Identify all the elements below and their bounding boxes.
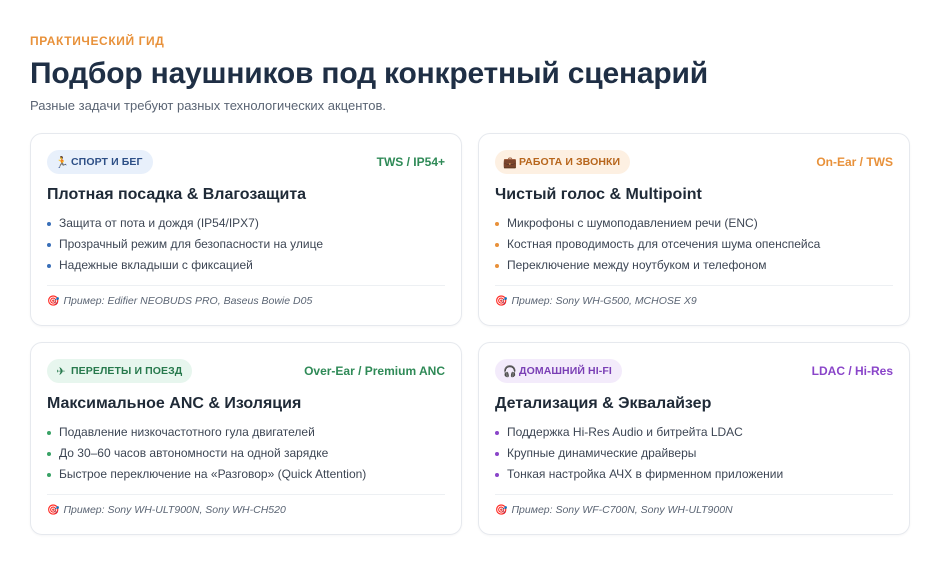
form-factor-label: TWS / IP54+: [376, 155, 445, 169]
feature-text: Поддержка Hi-Res Audio и битрейта LDAC: [507, 425, 743, 439]
page-title: Подбор наушников под конкретный сценарий: [30, 57, 708, 90]
feature-item: Надежные вкладыши с фиксацией: [47, 255, 445, 276]
scenario-card-travel: ✈ ПЕРЕЛЕТЫ И ПОЕЗД Over-Ear / Premium AN…: [30, 342, 462, 535]
feature-text: Подавление низкочастотного гула двигател…: [59, 425, 315, 439]
card-header: 🎧 ДОМАШНИЙ HI-FI LDAC / Hi-Res: [495, 359, 893, 383]
feature-text: Тонкая настройка АЧХ в фирменном приложе…: [507, 467, 784, 481]
bullet-dot: [495, 472, 499, 477]
scenario-tag-label: РАБОТА И ЗВОНКИ: [519, 156, 621, 168]
feature-text: Костная проводимость для отсечения шума …: [507, 237, 821, 251]
target-icon: 🎯: [495, 295, 508, 307]
feature-item: Защита от пота и дождя (IP54/IPX7): [47, 213, 445, 234]
target-icon: 🎯: [47, 504, 60, 516]
bullet-dot: [47, 430, 51, 435]
target-icon: 🎯: [495, 504, 508, 516]
example-models: 🎯 Пример: Sony WH-G500, MCHOSE X9: [495, 295, 697, 307]
feature-item: Тонкая настройка АЧХ в фирменном приложе…: [495, 464, 893, 485]
card-divider: [495, 285, 893, 286]
feature-item: Переключение между ноутбуком и телефоном: [495, 255, 893, 276]
feature-item: Подавление низкочастотного гула двигател…: [47, 422, 445, 443]
form-factor-label: LDAC / Hi-Res: [811, 364, 893, 378]
scenario-card-work: 💼 РАБОТА И ЗВОНКИ On-Ear / TWS Чистый го…: [478, 133, 910, 326]
feature-item: Поддержка Hi-Res Audio и битрейта LDAC: [495, 422, 893, 443]
example-models: 🎯 Пример: Sony WF-C700N, Sony WH-ULT900N: [495, 504, 733, 516]
feature-item: Микрофоны с шумоподавлением речи (ENC): [495, 213, 893, 234]
bullet-dot: [47, 221, 51, 226]
target-icon: 🎯: [47, 295, 60, 307]
feature-item: Крупные динамические драйверы: [495, 443, 893, 464]
example-text: Пример: Edifier NEOBUDS PRO, Baseus Bowi…: [63, 295, 313, 307]
feature-item: Костная проводимость для отсечения шума …: [495, 234, 893, 255]
feature-text: Микрофоны с шумоподавлением речи (ENC): [507, 216, 758, 230]
feature-list: Поддержка Hi-Res Audio и битрейта LDAC К…: [495, 422, 893, 485]
card-title: Максимальное ANC & Изоляция: [47, 395, 302, 412]
scenario-tag: 🎧 ДОМАШНИЙ HI-FI: [495, 359, 622, 383]
bullet-dot: [47, 472, 51, 477]
feature-text: Прозрачный режим для безопасности на ули…: [59, 237, 324, 251]
card-header: 💼 РАБОТА И ЗВОНКИ On-Ear / TWS: [495, 150, 893, 174]
runner-icon: 🏃: [55, 156, 69, 169]
feature-text: Переключение между ноутбуком и телефоном: [507, 258, 767, 272]
form-factor-label: On-Ear / TWS: [816, 155, 893, 169]
bullet-dot: [495, 242, 499, 247]
example-text: Пример: Sony WF-C700N, Sony WH-ULT900N: [511, 504, 733, 516]
feature-list: Защита от пота и дождя (IP54/IPX7) Прозр…: [47, 213, 445, 276]
card-title: Плотная посадка & Влагозащита: [47, 186, 307, 203]
eyebrow-label: ПРАКТИЧЕСКИЙ ГИД: [30, 34, 165, 48]
feature-list: Микрофоны с шумоподавлением речи (ENC) К…: [495, 213, 893, 276]
scenario-tag-label: ПЕРЕЛЕТЫ И ПОЕЗД: [71, 365, 183, 377]
card-divider: [47, 494, 445, 495]
scenario-card-sport: 🏃 СПОРТ И БЕГ TWS / IP54+ Плотная посадк…: [30, 133, 462, 326]
page: ПРАКТИЧЕСКИЙ ГИД Подбор наушников под ко…: [0, 0, 940, 563]
feature-text: Надежные вкладыши с фиксацией: [59, 258, 253, 272]
card-header: 🏃 СПОРТ И БЕГ TWS / IP54+: [47, 150, 445, 174]
scenario-tag-label: СПОРТ И БЕГ: [71, 156, 143, 168]
scenario-tag: 🏃 СПОРТ И БЕГ: [47, 150, 153, 174]
example-text: Пример: Sony WH-ULT900N, Sony WH-CH520: [63, 504, 286, 516]
bullet-dot: [47, 451, 51, 456]
feature-text: Быстрое переключение на «Разговор» (Quic…: [59, 467, 367, 481]
bullet-dot: [495, 430, 499, 435]
page-subtitle: Разные задачи требуют разных технологиче…: [30, 98, 386, 113]
bullet-dot: [47, 242, 51, 247]
example-models: 🎯 Пример: Edifier NEOBUDS PRO, Baseus Bo…: [47, 295, 312, 307]
headphones-icon: 🎧: [503, 365, 517, 378]
feature-item: До 30–60 часов автономности на одной зар…: [47, 443, 445, 464]
scenario-tag: 💼 РАБОТА И ЗВОНКИ: [495, 150, 631, 174]
bullet-dot: [495, 263, 499, 268]
airplane-icon: ✈: [56, 365, 66, 378]
card-divider: [47, 285, 445, 286]
bullet-dot: [495, 221, 499, 226]
example-text: Пример: Sony WH-G500, MCHOSE X9: [511, 295, 697, 307]
card-header: ✈ ПЕРЕЛЕТЫ И ПОЕЗД Over-Ear / Premium AN…: [47, 359, 445, 383]
feature-item: Быстрое переключение на «Разговор» (Quic…: [47, 464, 445, 485]
card-divider: [495, 494, 893, 495]
scenario-grid: 🏃 СПОРТ И БЕГ TWS / IP54+ Плотная посадк…: [30, 133, 910, 535]
feature-text: До 30–60 часов автономности на одной зар…: [59, 446, 329, 460]
form-factor-label: Over-Ear / Premium ANC: [304, 364, 445, 378]
scenario-card-hifi: 🎧 ДОМАШНИЙ HI-FI LDAC / Hi-Res Детализац…: [478, 342, 910, 535]
bullet-dot: [495, 451, 499, 456]
feature-text: Защита от пота и дождя (IP54/IPX7): [59, 216, 259, 230]
scenario-tag-label: ДОМАШНИЙ HI-FI: [519, 365, 612, 377]
bullet-dot: [47, 263, 51, 268]
feature-list: Подавление низкочастотного гула двигател…: [47, 422, 445, 485]
card-title: Детализация & Эквалайзер: [495, 395, 712, 412]
feature-item: Прозрачный режим для безопасности на ули…: [47, 234, 445, 255]
feature-text: Крупные динамические драйверы: [507, 446, 697, 460]
example-models: 🎯 Пример: Sony WH-ULT900N, Sony WH-CH520: [47, 504, 286, 516]
card-title: Чистый голос & Multipoint: [495, 186, 702, 203]
briefcase-icon: 💼: [503, 156, 517, 169]
scenario-tag: ✈ ПЕРЕЛЕТЫ И ПОЕЗД: [47, 359, 193, 383]
